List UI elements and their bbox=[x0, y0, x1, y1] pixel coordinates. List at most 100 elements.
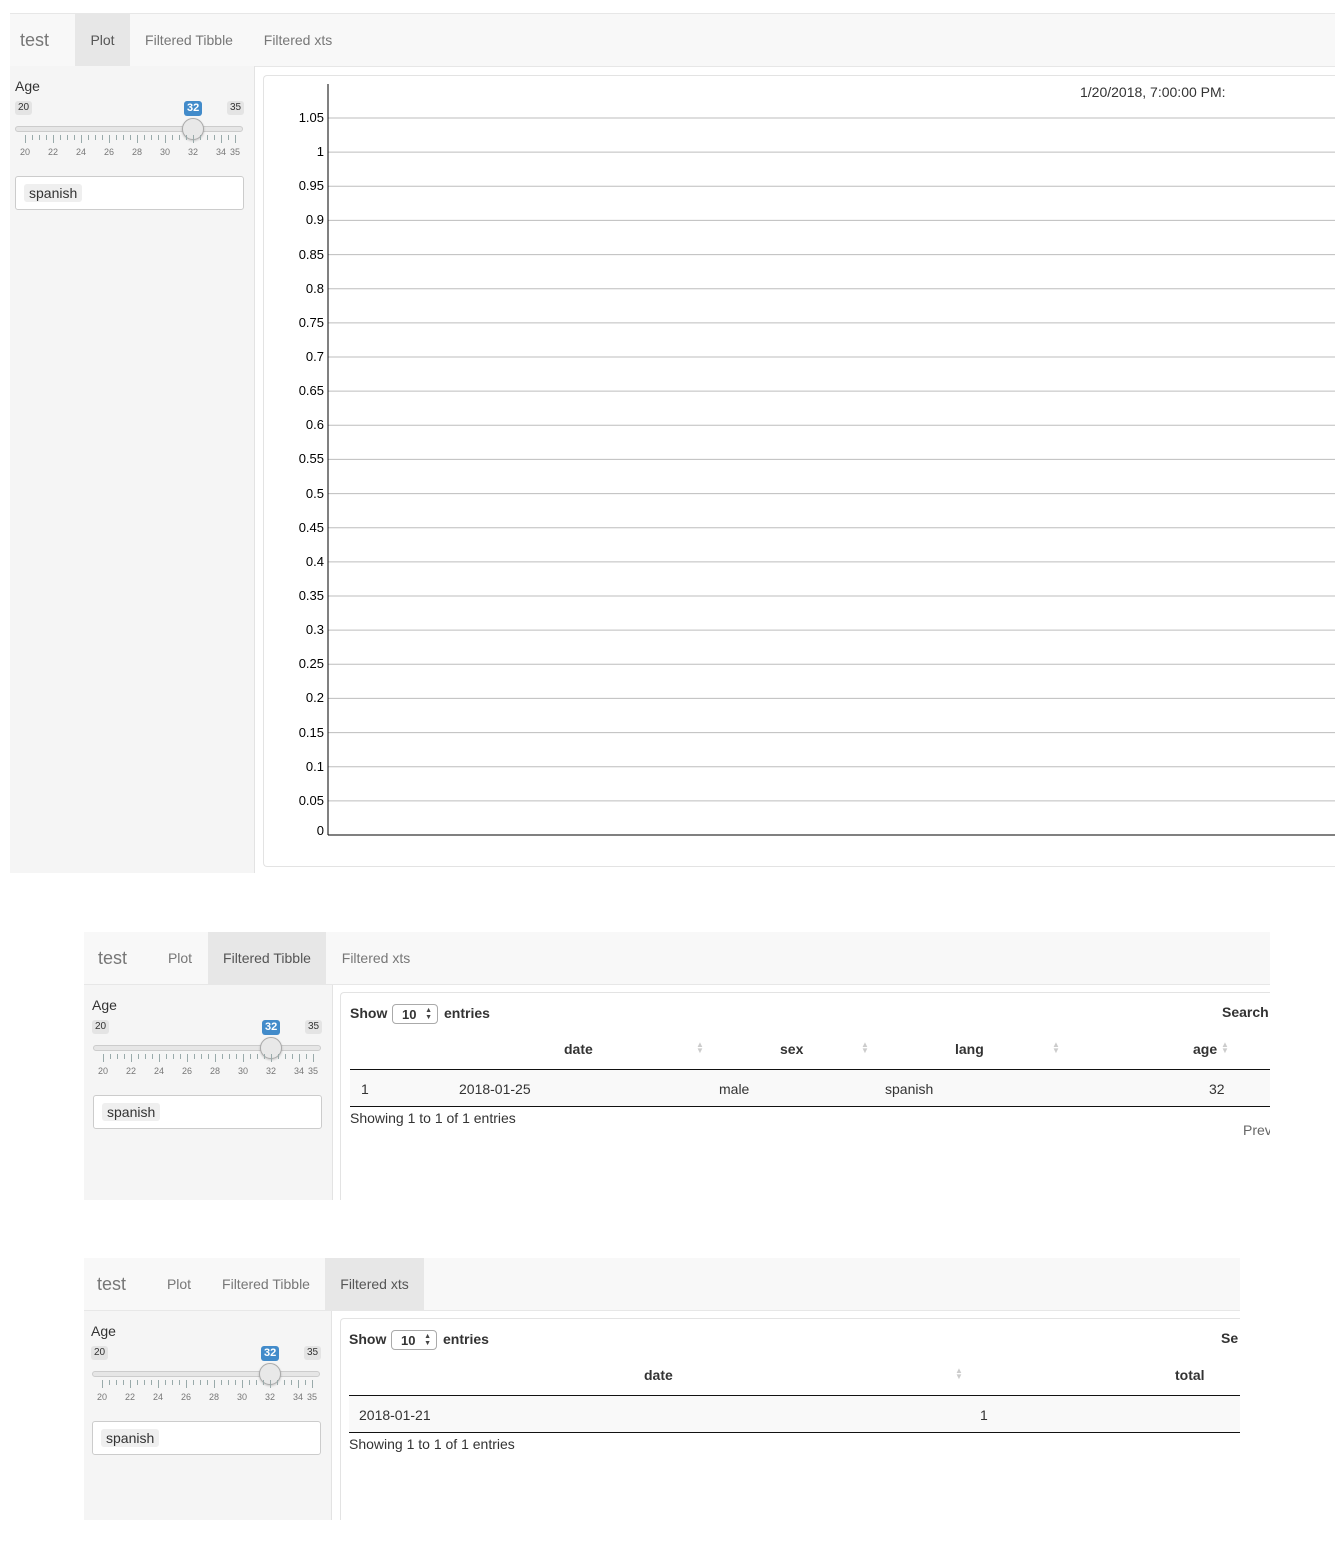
slider-max-label: 35 bbox=[305, 1020, 323, 1034]
slider-tick bbox=[116, 1380, 117, 1385]
y-tick-label: 0.35 bbox=[298, 588, 324, 603]
slider-tick-label: 30 bbox=[236, 1392, 248, 1402]
language-chip[interactable]: spanish bbox=[102, 1103, 161, 1121]
slider-tick-label: 26 bbox=[181, 1066, 193, 1076]
page-length-value: 10 bbox=[401, 1333, 416, 1348]
tab-filtered-xts[interactable]: Filtered xts bbox=[331, 932, 421, 984]
slider-tick bbox=[187, 1054, 188, 1062]
slider-track[interactable] bbox=[92, 1371, 320, 1377]
tab-filtered-xts[interactable]: Filtered xts bbox=[325, 1258, 424, 1310]
slider-tick bbox=[32, 135, 33, 140]
sort-icon[interactable]: ▲ ▼ bbox=[696, 1041, 704, 1055]
y-tick-label: 0.95 bbox=[298, 178, 324, 194]
y-tick-label: 0.45 bbox=[298, 519, 324, 535]
slider-tick bbox=[313, 1054, 314, 1062]
y-tick-label: 0.9 bbox=[305, 212, 324, 228]
entries-label: entries bbox=[443, 1331, 489, 1347]
slider-tick bbox=[215, 1054, 216, 1062]
column-header-age[interactable]: age bbox=[1193, 1041, 1217, 1057]
slider-ticks bbox=[102, 1380, 313, 1388]
select-arrows-icon: ▲ ▼ bbox=[424, 1333, 431, 1347]
tab-filtered-tibble[interactable]: Filtered Tibble bbox=[135, 14, 243, 66]
tab-filtered-xts[interactable]: Filtered xts bbox=[253, 14, 343, 66]
slider-tick-label: 24 bbox=[153, 1066, 165, 1076]
slider-value-label: 32 bbox=[261, 1346, 280, 1361]
slider-tick bbox=[278, 1054, 279, 1059]
length-label: Show bbox=[350, 1005, 388, 1021]
slider-tick bbox=[180, 1054, 181, 1059]
slider-tick bbox=[137, 1380, 138, 1385]
page-length-select[interactable]: 10 ▲ ▼ bbox=[391, 1330, 437, 1350]
slider-tick bbox=[151, 1380, 152, 1385]
sort-icon[interactable]: ▲ ▼ bbox=[861, 1041, 869, 1055]
search-label: Se bbox=[1221, 1330, 1239, 1346]
slider-tick bbox=[299, 1054, 300, 1062]
slider-tick-label: 35 bbox=[306, 1392, 318, 1402]
page-length-select[interactable]: 10 ▲ ▼ bbox=[392, 1004, 438, 1024]
slider-tick-label: 32 bbox=[264, 1392, 276, 1402]
slider-tick bbox=[312, 1380, 313, 1388]
slider-tick-label: 30 bbox=[159, 147, 171, 157]
slider-tick bbox=[201, 1054, 202, 1059]
slider-tick bbox=[235, 1380, 236, 1385]
column-header-sex[interactable]: sex bbox=[780, 1041, 803, 1057]
sidebar: Age 20 35 32 spanish 20 22 24 26 28 30 32 34 35 bbox=[84, 1311, 332, 1520]
language-chip[interactable]: spanish bbox=[101, 1429, 160, 1447]
slider-track[interactable] bbox=[93, 1045, 321, 1051]
tab-filtered-tibble[interactable]: Filtered Tibble bbox=[208, 932, 326, 984]
sidebar: Age 20 35 32 spanish 20 22 24 26 28 30 32 34 35 bbox=[10, 66, 255, 873]
language-select[interactable]: spanish bbox=[93, 1095, 322, 1129]
column-header-total[interactable]: total bbox=[1175, 1367, 1205, 1383]
navbar: test Plot Filtered Tibble Filtered xts bbox=[10, 13, 1335, 67]
column-header-lang[interactable]: lang bbox=[955, 1041, 984, 1057]
sort-icon[interactable]: ▲ ▼ bbox=[1221, 1041, 1229, 1055]
tab-plot[interactable]: Plot bbox=[75, 14, 130, 66]
slider-tick bbox=[200, 135, 201, 140]
slider-tick bbox=[207, 1380, 208, 1385]
slider-tick bbox=[291, 1380, 292, 1385]
slider-tick bbox=[152, 1054, 153, 1059]
slider-track[interactable] bbox=[15, 126, 243, 132]
slider-tick bbox=[242, 1380, 243, 1388]
tab-plot[interactable]: Plot bbox=[155, 1258, 203, 1310]
tab-plot[interactable]: Plot bbox=[156, 932, 204, 984]
slider-tick bbox=[67, 135, 68, 140]
slider-tick bbox=[109, 1380, 110, 1385]
column-header-date[interactable]: date bbox=[644, 1367, 673, 1383]
slider-max-label: 35 bbox=[304, 1346, 322, 1360]
slider-tick bbox=[250, 1054, 251, 1059]
column-header-date[interactable]: date bbox=[564, 1041, 593, 1057]
table-info: Showing 1 to 1 of 1 entries bbox=[350, 1110, 516, 1126]
slider-tick bbox=[221, 1380, 222, 1385]
table-bottom-divider bbox=[350, 1106, 1270, 1107]
slider-tick-label: 28 bbox=[131, 147, 143, 157]
age-label: Age bbox=[15, 78, 40, 94]
y-tick-label: 0.5 bbox=[305, 485, 324, 501]
row-index: 1 bbox=[361, 1081, 369, 1097]
slider-tick-label: 22 bbox=[47, 147, 59, 157]
slider-tick bbox=[144, 135, 145, 140]
table-row: 1 2018-01-25 male spanish 32 bbox=[350, 1070, 1270, 1106]
sidebar: Age 20 35 32 spanish 20 22 24 26 28 30 32 34 35 bbox=[84, 985, 333, 1200]
y-tick-label: 0.6 bbox=[305, 417, 324, 433]
y-tick-label: 0 bbox=[316, 823, 324, 838]
sort-icon[interactable]: ▲ ▼ bbox=[955, 1367, 963, 1381]
age-label: Age bbox=[91, 1323, 116, 1339]
slider-tick bbox=[130, 1380, 131, 1388]
cell-date: 2018-01-21 bbox=[359, 1407, 431, 1423]
slider-tick bbox=[305, 1380, 306, 1385]
slider-value-label: 32 bbox=[262, 1020, 281, 1035]
tab-filtered-tibble[interactable]: Filtered Tibble bbox=[207, 1258, 325, 1310]
cell-total: 1 bbox=[980, 1407, 988, 1423]
sort-icon[interactable]: ▲ ▼ bbox=[1052, 1041, 1060, 1055]
slider-tick bbox=[306, 1054, 307, 1059]
slider-tick bbox=[138, 1054, 139, 1059]
y-tick-label: 0.65 bbox=[298, 383, 324, 399]
slider-tick bbox=[236, 1054, 237, 1059]
slider-max-label: 35 bbox=[227, 101, 245, 115]
language-select[interactable]: spanish bbox=[15, 176, 244, 210]
language-select[interactable]: spanish bbox=[92, 1421, 321, 1455]
brand: test bbox=[98, 948, 128, 968]
language-chip[interactable]: spanish bbox=[24, 184, 83, 202]
previous-page-button[interactable]: Prev bbox=[1243, 1122, 1270, 1138]
